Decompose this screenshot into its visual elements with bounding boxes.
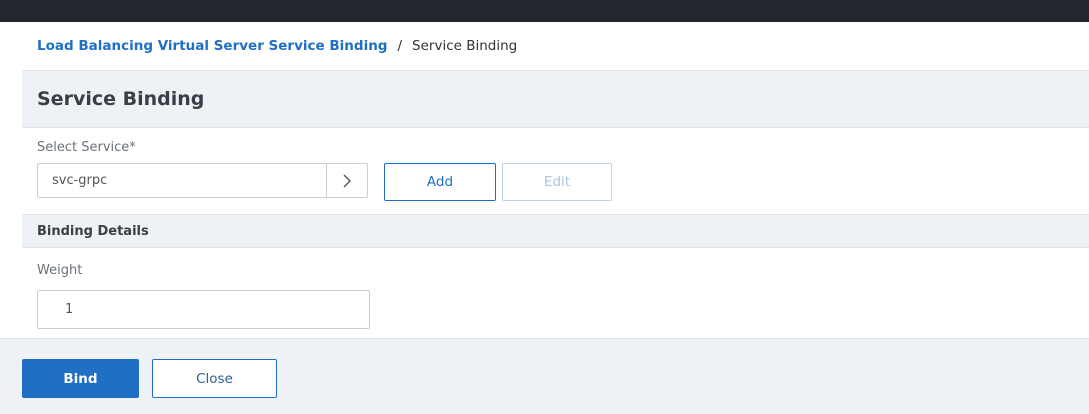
- select-service-label: Select Service*: [37, 140, 136, 155]
- page-title-bar: Service Binding: [22, 70, 1089, 128]
- close-button[interactable]: Close: [152, 359, 277, 398]
- edit-service-button[interactable]: Edit: [502, 163, 612, 201]
- weight-label: Weight: [37, 263, 83, 278]
- select-service-section: Select Service* svc-grpc Add Edit: [22, 128, 1089, 214]
- binding-details-header: Binding Details: [22, 214, 1089, 248]
- breadcrumb: Load Balancing Virtual Server Service Bi…: [22, 22, 1089, 70]
- add-service-button[interactable]: Add: [384, 163, 496, 201]
- breadcrumb-current: Service Binding: [412, 38, 518, 54]
- weight-section: Weight: [22, 248, 1089, 338]
- weight-input[interactable]: [37, 290, 370, 329]
- select-service-value: svc-grpc: [52, 173, 108, 188]
- select-service-field[interactable]: svc-grpc: [37, 163, 368, 198]
- page-title: Service Binding: [37, 88, 205, 110]
- bind-button[interactable]: Bind: [22, 359, 139, 398]
- form-footer: Bind Close: [0, 338, 1089, 414]
- breadcrumb-link-lb-vserver-service-binding[interactable]: Load Balancing Virtual Server Service Bi…: [37, 38, 387, 54]
- chevron-right-icon[interactable]: [326, 164, 367, 197]
- top-bar: [0, 0, 1089, 22]
- breadcrumb-separator: /: [397, 38, 403, 54]
